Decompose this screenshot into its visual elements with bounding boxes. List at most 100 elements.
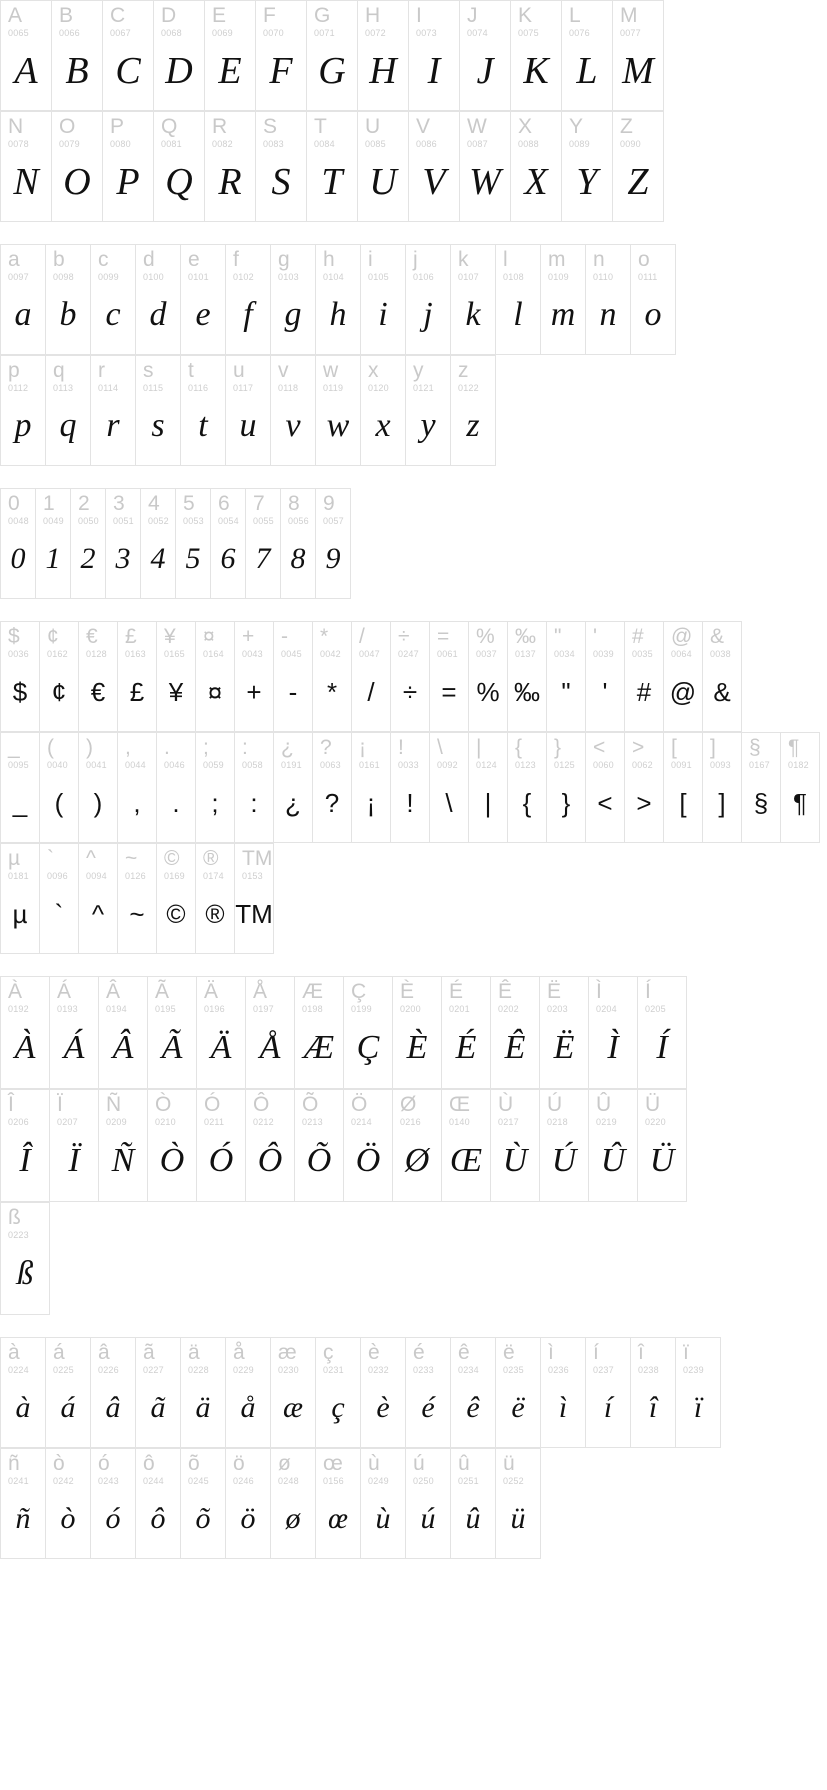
glyph-cell[interactable]: ' 0039 ' bbox=[586, 622, 625, 732]
glyph-cell[interactable]: Ï 0207 Ï bbox=[50, 1090, 99, 1202]
glyph-cell[interactable]: u 0117 u bbox=[226, 356, 271, 466]
glyph-cell[interactable]: S 0083 S bbox=[256, 112, 307, 222]
glyph-cell[interactable]: G 0071 G bbox=[307, 1, 358, 111]
glyph-cell[interactable]: Ô 0212 Ô bbox=[246, 1090, 295, 1202]
glyph-cell[interactable]: R 0082 R bbox=[205, 112, 256, 222]
glyph-cell[interactable]: 6 0054 6 bbox=[211, 489, 246, 599]
glyph-cell[interactable]: ä 0228 ä bbox=[181, 1338, 226, 1448]
glyph-cell[interactable]: ò 0242 ò bbox=[46, 1449, 91, 1559]
glyph-cell[interactable]: . 0046. bbox=[157, 733, 196, 843]
glyph-cell[interactable]: ç 0231 ç bbox=[316, 1338, 361, 1448]
glyph-cell[interactable]: t 0116 t bbox=[181, 356, 226, 466]
glyph-cell[interactable]: ; 0059; bbox=[196, 733, 235, 843]
glyph-cell[interactable]: P 0080 P bbox=[103, 112, 154, 222]
glyph-cell[interactable]: á 0225 á bbox=[46, 1338, 91, 1448]
glyph-cell[interactable]: % 0037% bbox=[469, 622, 508, 732]
glyph-cell[interactable]: å 0229 å bbox=[226, 1338, 271, 1448]
glyph-cell[interactable]: l 0108 l bbox=[496, 245, 541, 355]
glyph-cell[interactable]: x 0120 x bbox=[361, 356, 406, 466]
glyph-cell[interactable]: J 0074 J bbox=[460, 1, 511, 111]
glyph-cell[interactable]: õ 0245 õ bbox=[181, 1449, 226, 1559]
glyph-cell[interactable]: Ì 0204 Ì bbox=[589, 977, 638, 1089]
glyph-cell[interactable]: $0036 $ bbox=[1, 622, 40, 732]
glyph-cell[interactable]: Ã 0195 Ã bbox=[148, 977, 197, 1089]
glyph-cell[interactable]: v 0118 v bbox=[271, 356, 316, 466]
glyph-cell[interactable]: F 0070 F bbox=[256, 1, 307, 111]
glyph-cell[interactable]: ! 0033! bbox=[391, 733, 430, 843]
glyph-cell[interactable]: Z 0090 Z bbox=[613, 112, 664, 222]
glyph-cell[interactable]: £0163 £ bbox=[118, 622, 157, 732]
glyph-cell[interactable]: s 0115 s bbox=[136, 356, 181, 466]
glyph-cell[interactable]: 2 0050 2 bbox=[71, 489, 106, 599]
glyph-cell[interactable]: Œ 0140 Œ bbox=[442, 1090, 491, 1202]
glyph-cell[interactable]: â 0226 â bbox=[91, 1338, 136, 1448]
glyph-cell[interactable]: 1 0049 1 bbox=[36, 489, 71, 599]
glyph-cell[interactable]: e 0101 e bbox=[181, 245, 226, 355]
glyph-cell[interactable]: û 0251 û bbox=[451, 1449, 496, 1559]
glyph-cell[interactable]: ü 0252 ü bbox=[496, 1449, 541, 1559]
glyph-cell[interactable]: /0047/ bbox=[352, 622, 391, 732]
glyph-cell[interactable]: L 0076 L bbox=[562, 1, 613, 111]
glyph-cell[interactable]: ø 0248 ø bbox=[271, 1449, 316, 1559]
glyph-cell[interactable]: " 0034 " bbox=[547, 622, 586, 732]
glyph-cell[interactable]: ÷ 0247 ÷ bbox=[391, 622, 430, 732]
glyph-cell[interactable]: * 0042 * bbox=[313, 622, 352, 732]
glyph-cell[interactable]: É 0201 É bbox=[442, 977, 491, 1089]
glyph-cell[interactable]: ? 0063? bbox=[313, 733, 352, 843]
glyph-cell[interactable]: ï 0239 ï bbox=[676, 1338, 721, 1448]
glyph-cell[interactable]: m 0109 m bbox=[541, 245, 586, 355]
glyph-cell[interactable]: à 0224 à bbox=[1, 1338, 46, 1448]
glyph-cell[interactable]: Æ 0198 Æ bbox=[295, 977, 344, 1089]
glyph-cell[interactable]: b 0098 b bbox=[46, 245, 91, 355]
glyph-cell[interactable]: ó 0243 ó bbox=[91, 1449, 136, 1559]
glyph-cell[interactable]: I 0073 I bbox=[409, 1, 460, 111]
glyph-cell[interactable]: B 0066 B bbox=[52, 1, 103, 111]
glyph-cell[interactable]: À 0192 À bbox=[1, 977, 50, 1089]
glyph-cell[interactable]: O 0079 O bbox=[52, 112, 103, 222]
glyph-cell[interactable]: 5 0053 5 bbox=[176, 489, 211, 599]
glyph-cell[interactable]: 0 0048 0 bbox=[1, 489, 36, 599]
glyph-cell[interactable]: Y 0089 Y bbox=[562, 112, 613, 222]
glyph-cell[interactable]: K 0075 K bbox=[511, 1, 562, 111]
glyph-cell[interactable]: @0064 @ bbox=[664, 622, 703, 732]
glyph-cell[interactable]: ¢ 0162 ¢ bbox=[40, 622, 79, 732]
glyph-cell[interactable]: g 0103 g bbox=[271, 245, 316, 355]
glyph-cell[interactable]: ¡ 0161 ¡ bbox=[352, 733, 391, 843]
glyph-cell[interactable]: r 0114 r bbox=[91, 356, 136, 466]
glyph-cell[interactable]: î 0238 î bbox=[631, 1338, 676, 1448]
glyph-cell[interactable]: >0062 > bbox=[625, 733, 664, 843]
glyph-cell[interactable]: Ü 0220 Ü bbox=[638, 1090, 687, 1202]
glyph-cell[interactable]: :0058: bbox=[235, 733, 274, 843]
glyph-cell[interactable]: ® 0174 ® bbox=[196, 844, 235, 954]
glyph-cell[interactable]: & 0038 & bbox=[703, 622, 742, 732]
glyph-cell[interactable]: ~0126 ~ bbox=[118, 844, 157, 954]
glyph-cell[interactable]: } 0125} bbox=[547, 733, 586, 843]
glyph-cell[interactable]: ö 0246 ö bbox=[226, 1449, 271, 1559]
glyph-cell[interactable]: Õ 0213 Õ bbox=[295, 1090, 344, 1202]
glyph-cell[interactable]: 9 0057 9 bbox=[316, 489, 351, 599]
glyph-cell[interactable]: E 0069 E bbox=[205, 1, 256, 111]
glyph-cell[interactable]: = 0061 = bbox=[430, 622, 469, 732]
glyph-cell[interactable]: (0040( bbox=[40, 733, 79, 843]
glyph-cell[interactable]: ã 0227 ã bbox=[136, 1338, 181, 1448]
glyph-cell[interactable]: Ç 0199 Ç bbox=[344, 977, 393, 1089]
glyph-cell[interactable]: Ë 0203 Ë bbox=[540, 977, 589, 1089]
glyph-cell[interactable]: T 0084 T bbox=[307, 112, 358, 222]
glyph-cell[interactable]: Í 0205 Í bbox=[638, 977, 687, 1089]
glyph-cell[interactable]: 4 0052 4 bbox=[141, 489, 176, 599]
glyph-cell[interactable]: Ö 0214 Ö bbox=[344, 1090, 393, 1202]
glyph-cell[interactable]: k 0107 k bbox=[451, 245, 496, 355]
glyph-cell[interactable]: é 0233 é bbox=[406, 1338, 451, 1448]
glyph-cell[interactable]: , 0044, bbox=[118, 733, 157, 843]
glyph-cell[interactable]: ì 0236 ì bbox=[541, 1338, 586, 1448]
glyph-cell[interactable]: ë 0235 ë bbox=[496, 1338, 541, 1448]
glyph-cell[interactable]: Ä 0196 Ä bbox=[197, 977, 246, 1089]
glyph-cell[interactable]: o 0111 o bbox=[631, 245, 676, 355]
glyph-cell[interactable]: 7 0055 7 bbox=[246, 489, 281, 599]
glyph-cell[interactable]: W 0087 W bbox=[460, 112, 511, 222]
glyph-cell[interactable]: \ 0092 \ bbox=[430, 733, 469, 843]
glyph-cell[interactable]: ^ 0094 ^ bbox=[79, 844, 118, 954]
glyph-cell[interactable]: -0045- bbox=[274, 622, 313, 732]
glyph-cell[interactable]: ‰ 0137 ‰ bbox=[508, 622, 547, 732]
glyph-cell[interactable]: í 0237 í bbox=[586, 1338, 631, 1448]
